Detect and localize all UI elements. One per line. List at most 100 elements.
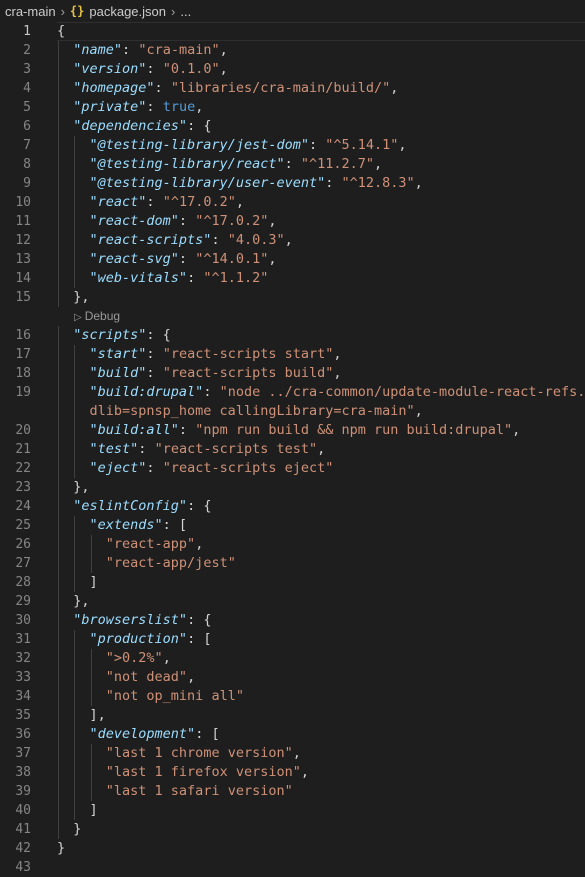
code-line[interactable]: 3 "version": "0.1.0", [0, 60, 585, 79]
punctuation: } [57, 840, 66, 856]
punctuation: : [146, 346, 163, 362]
code-line[interactable]: 33 "not dead", [0, 668, 585, 687]
code-line[interactable]: 21 "test": "react-scripts test", [0, 440, 585, 459]
code-line[interactable]: 23 }, [0, 478, 585, 497]
code-line[interactable]: 1{ [0, 22, 585, 41]
code-line[interactable]: 29 }, [0, 592, 585, 611]
code-line[interactable]: 9 "@testing-library/user-event": "^12.8.… [0, 174, 585, 193]
code-text: "last 1 safari version" [57, 782, 293, 801]
code-line[interactable]: 36 "development": [ [0, 725, 585, 744]
code-line[interactable]: 40 ] [0, 801, 585, 820]
code-line[interactable]: 34 "not op_mini all" [0, 687, 585, 706]
code-line[interactable]: dlib=spnsp_home callingLibrary=cra-main"… [0, 402, 585, 421]
json-key: "homepage" [73, 80, 155, 96]
punctuation: : [154, 80, 171, 96]
code-text: ] [57, 573, 98, 592]
code-text: "react-app", [57, 535, 204, 554]
breadcrumb-symbol-ellipsis[interactable]: ... [180, 4, 191, 19]
code-line[interactable]: 38 "last 1 firefox version", [0, 763, 585, 782]
punctuation: , [268, 213, 277, 229]
code-line[interactable]: 26 "react-app", [0, 535, 585, 554]
punctuation: : [178, 422, 196, 438]
code-line[interactable]: 24 "eslintConfig": { [0, 497, 585, 516]
code-line[interactable]: 15 }, [0, 288, 585, 307]
code-line[interactable]: 42} [0, 839, 585, 858]
code-line[interactable]: 14 "web-vitals": "^1.1.2" [0, 269, 585, 288]
code-line[interactable]: 28 ] [0, 573, 585, 592]
code-text: "production": [ [57, 630, 212, 649]
punctuation: ] [89, 802, 98, 818]
code-text: "@testing-library/user-event": "^12.8.3"… [57, 174, 423, 193]
code-line[interactable]: 5 "private": true, [0, 98, 585, 117]
code-line[interactable]: 25 "extends": [ [0, 516, 585, 535]
code-line[interactable]: 13 "react-svg": "^14.0.1", [0, 250, 585, 269]
code-line[interactable]: 19 "build:drupal": "node ../cra-common/u… [0, 383, 585, 402]
line-number: 20 [15, 423, 31, 438]
code-line[interactable]: 30 "browserslist": { [0, 611, 585, 630]
code-line[interactable]: 27 "react-app/jest" [0, 554, 585, 573]
code-line[interactable]: 6 "dependencies": { [0, 117, 585, 136]
code-line[interactable]: 35 ], [0, 706, 585, 725]
punctuation: : [211, 232, 228, 248]
code-line[interactable]: 12 "react-scripts": "4.0.3", [0, 231, 585, 250]
line-number: 12 [15, 233, 31, 248]
punctuation: : [146, 460, 163, 476]
code-editor[interactable]: 1{2 "name": "cra-main", 3 "version": "0.1… [0, 22, 585, 877]
code-line[interactable]: 10 "react": "^17.0.2", [0, 193, 585, 212]
code-text: dlib=spnsp_home callingLibrary=cra-main"… [57, 402, 423, 421]
line-number: 1 [23, 24, 31, 39]
json-key: "react-svg" [89, 251, 179, 267]
code-line[interactable]: 2 "name": "cra-main", [0, 41, 585, 60]
code-line[interactable]: 20 "build:all": "npm run build && npm ru… [0, 421, 585, 440]
breadcrumb-folder[interactable]: cra-main [0, 4, 56, 19]
code-line[interactable]: 32 ">0.2%", [0, 649, 585, 668]
breadcrumb-file[interactable]: {} package.json [70, 4, 166, 19]
code-line[interactable]: 41 } [0, 820, 585, 839]
punctuation: : { [187, 612, 212, 628]
code-text: "development": [ [57, 725, 220, 744]
code-line[interactable]: 39 "last 1 safari version" [0, 782, 585, 801]
code-text: "eject": "react-scripts eject" [57, 459, 334, 478]
code-line[interactable]: 22 "eject": "react-scripts eject" [0, 459, 585, 478]
code-text: "not op_mini all" [57, 687, 244, 706]
code-text: "@testing-library/jest-dom": "^5.14.1", [57, 136, 407, 155]
json-string: "not op_mini all" [105, 688, 244, 704]
line-number: 30 [15, 613, 31, 628]
code-line[interactable]: 4 "homepage": "libraries/cra-main/build/… [0, 79, 585, 98]
code-text: }, [57, 478, 89, 497]
punctuation: , [195, 99, 204, 115]
code-line[interactable]: 17 "start": "react-scripts start", [0, 345, 585, 364]
json-string: "react-scripts test" [154, 441, 318, 457]
debug-codelens[interactable]: ▷ Debug [74, 307, 120, 326]
code-line[interactable]: 31 "production": [ [0, 630, 585, 649]
json-string: "^14.0.1" [195, 251, 269, 267]
line-number: 41 [15, 822, 31, 837]
code-line[interactable]: 18 "build": "react-scripts build", [0, 364, 585, 383]
code-text: }, [57, 288, 89, 307]
punctuation: : [ [162, 517, 188, 533]
code-text: } [57, 820, 81, 839]
json-key: "react" [89, 194, 147, 210]
code-line[interactable]: 43 [0, 858, 585, 877]
json-key: "production" [89, 631, 188, 647]
code-line[interactable]: 37 "last 1 chrome version", [0, 744, 585, 763]
code-line[interactable]: 16 "scripts": { [0, 326, 585, 345]
code-line[interactable]: 7 "@testing-library/jest-dom": "^5.14.1"… [0, 136, 585, 155]
code-line[interactable]: 8 "@testing-library/react": "^11.2.7", [0, 155, 585, 174]
json-key: "build:all" [89, 422, 179, 438]
json-string: "node ../cra-common/update-module-react-… [219, 384, 585, 400]
code-text: "private": true, [57, 98, 203, 117]
code-line[interactable]: 11 "react-dom": "^17.0.2", [0, 212, 585, 231]
